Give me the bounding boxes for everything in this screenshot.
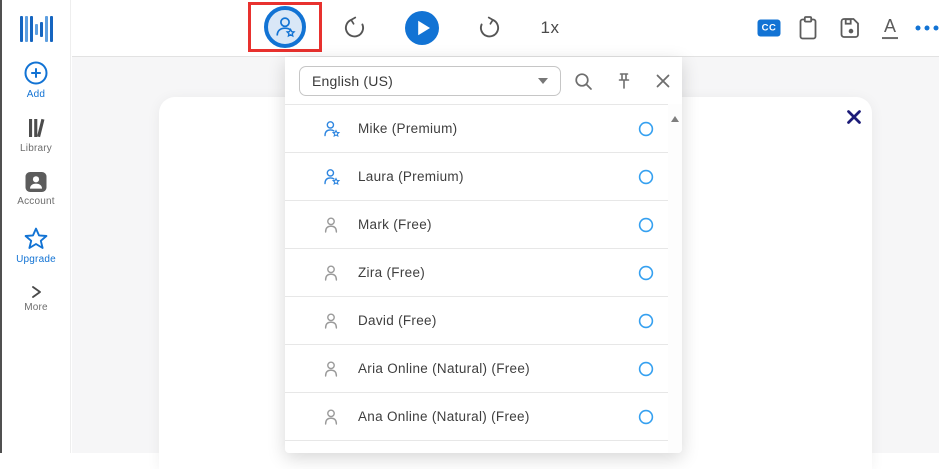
voice-radio-button[interactable] bbox=[638, 121, 654, 137]
play-icon bbox=[404, 10, 440, 46]
voice-radio-button[interactable] bbox=[638, 361, 654, 377]
voice-list-item[interactable]: Ana Online (Natural) (Free) bbox=[285, 393, 668, 441]
sidebar-item-add[interactable]: Add bbox=[2, 60, 70, 100]
font-settings-button[interactable]: A bbox=[882, 17, 898, 39]
voice-list-item[interactable]: David (Free) bbox=[285, 297, 668, 345]
voice-list: Mike (Premium) Laura (Premium) bbox=[285, 104, 668, 441]
language-select[interactable]: English (US) bbox=[299, 66, 561, 96]
voice-settings-button[interactable] bbox=[264, 6, 306, 48]
voice-radio-button[interactable] bbox=[638, 265, 654, 281]
voice-name: Mike (Premium) bbox=[358, 121, 638, 136]
play-button[interactable] bbox=[404, 10, 440, 46]
more-options-button[interactable] bbox=[916, 26, 939, 31]
person-icon bbox=[321, 359, 341, 379]
voice-name: Ana Online (Natural) (Free) bbox=[358, 409, 638, 424]
voice-name: David (Free) bbox=[358, 313, 638, 328]
speed-label: 1x bbox=[541, 18, 560, 38]
closed-captions-icon: CC bbox=[758, 20, 781, 37]
voice-panel-header: English (US) bbox=[285, 57, 682, 104]
voice-name: Mark (Free) bbox=[358, 217, 638, 232]
more-chevron-icon bbox=[2, 285, 70, 299]
voice-list-scrollbar[interactable] bbox=[668, 104, 682, 453]
voice-selection-panel: English (US) bbox=[285, 57, 682, 453]
red-annotation-box bbox=[248, 2, 322, 52]
document-close-button[interactable] bbox=[845, 108, 863, 126]
font-settings-icon: A bbox=[882, 17, 898, 39]
voice-list-item[interactable]: Laura (Premium) bbox=[285, 153, 668, 201]
chevron-down-icon bbox=[538, 78, 548, 84]
voice-radio-button[interactable] bbox=[638, 217, 654, 233]
rewind-icon bbox=[341, 15, 367, 41]
closed-captions-button[interactable]: CC bbox=[758, 20, 781, 37]
sidebar-item-label: Library bbox=[2, 143, 70, 154]
sidebar-item-library[interactable]: Library bbox=[2, 116, 70, 154]
close-icon bbox=[846, 109, 862, 125]
account-icon bbox=[2, 171, 70, 193]
person-icon bbox=[321, 407, 341, 427]
voice-list-item[interactable]: Aria Online (Natural) (Free) bbox=[285, 345, 668, 393]
fast-forward-icon bbox=[477, 15, 503, 41]
clipboard-button[interactable] bbox=[796, 15, 820, 41]
voice-name: Laura (Premium) bbox=[358, 169, 638, 184]
language-select-value: English (US) bbox=[312, 73, 393, 89]
fast-forward-button[interactable] bbox=[477, 15, 503, 41]
sidebar-item-label: Add bbox=[2, 89, 70, 100]
close-icon bbox=[655, 73, 671, 89]
speed-control[interactable]: 1x bbox=[541, 18, 560, 38]
sidebar-item-label: More bbox=[2, 302, 70, 313]
voice-name: Aria Online (Natural) (Free) bbox=[358, 361, 638, 376]
person-icon bbox=[321, 215, 341, 235]
voice-radio-button[interactable] bbox=[638, 169, 654, 185]
search-button[interactable] bbox=[573, 71, 593, 91]
save-audio-button[interactable] bbox=[838, 16, 863, 41]
premium-person-icon bbox=[321, 119, 341, 139]
voice-list-item[interactable]: Mark (Free) bbox=[285, 201, 668, 249]
voice-radio-button[interactable] bbox=[638, 409, 654, 425]
voice-list-item[interactable]: Mike (Premium) bbox=[285, 105, 668, 153]
pin-button[interactable] bbox=[614, 71, 634, 91]
person-icon bbox=[321, 263, 341, 283]
save-audio-icon bbox=[838, 16, 863, 41]
upgrade-star-icon bbox=[2, 226, 70, 251]
voice-radio-button[interactable] bbox=[638, 313, 654, 329]
sidebar: Add Library Account bbox=[2, 0, 71, 453]
add-icon bbox=[2, 60, 70, 86]
clipboard-icon bbox=[796, 15, 820, 41]
person-icon bbox=[321, 311, 341, 331]
pin-icon bbox=[614, 71, 634, 91]
app-window: Add Library Account bbox=[0, 0, 939, 453]
main-area: English (US) bbox=[72, 57, 939, 453]
library-icon bbox=[2, 116, 70, 140]
sidebar-item-account[interactable]: Account bbox=[2, 171, 70, 207]
search-icon bbox=[573, 71, 593, 91]
sidebar-item-upgrade[interactable]: Upgrade bbox=[2, 226, 70, 265]
premium-person-icon bbox=[321, 167, 341, 187]
sidebar-item-label: Upgrade bbox=[2, 254, 70, 265]
voice-settings-icon bbox=[272, 14, 298, 40]
voice-name: Zira (Free) bbox=[358, 265, 638, 280]
panel-close-button[interactable] bbox=[655, 73, 671, 89]
rewind-button[interactable] bbox=[341, 15, 367, 41]
more-options-icon bbox=[916, 26, 939, 31]
app-logo[interactable] bbox=[2, 13, 70, 45]
voice-list-item[interactable]: Zira (Free) bbox=[285, 249, 668, 297]
sidebar-item-label: Account bbox=[2, 196, 70, 207]
playback-toolbar: 1x CC A bbox=[72, 0, 939, 57]
sidebar-item-more[interactable]: More bbox=[2, 285, 70, 313]
scroll-up-arrow-icon[interactable] bbox=[671, 116, 679, 122]
